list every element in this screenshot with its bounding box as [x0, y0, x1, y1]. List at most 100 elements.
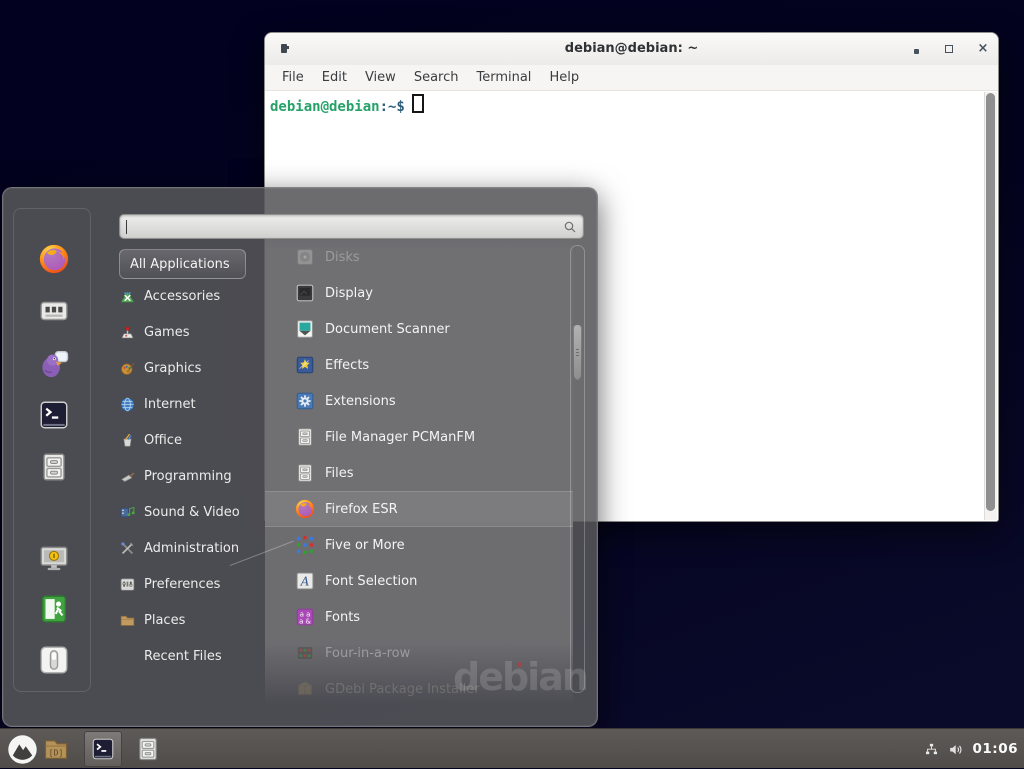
network-icon[interactable]: [923, 741, 940, 758]
favorite-lock-screen[interactable]: [34, 538, 74, 578]
window-title: debian@debian: ~: [265, 33, 998, 65]
category-accessories[interactable]: Accessories: [119, 278, 269, 314]
favorite-firefox[interactable]: [34, 239, 74, 279]
file-cabinet-icon: [37, 450, 71, 484]
category-places[interactable]: Places: [119, 602, 269, 638]
debian-watermark: debian: [453, 658, 587, 696]
pidgin-icon: [37, 346, 71, 380]
firefox-icon: [37, 242, 71, 276]
category-sound-video[interactable]: Sound & Video: [119, 494, 269, 530]
control-center-icon: [37, 294, 71, 328]
volume-icon[interactable]: [947, 740, 966, 759]
distro-logo-icon: [7, 734, 38, 765]
favorites-column: [13, 208, 91, 692]
administration-icon: [119, 540, 136, 557]
five-or-more-icon: [294, 534, 316, 556]
effects-icon: [294, 354, 316, 376]
all-applications-button[interactable]: All Applications: [119, 249, 246, 279]
games-icon: [119, 324, 136, 341]
spacer: [119, 648, 136, 665]
system-tray: 01:06: [923, 729, 1018, 769]
app-firefox-esr[interactable]: Firefox ESR: [265, 491, 573, 527]
favorite-terminal[interactable]: [34, 395, 74, 435]
text-caret: [126, 220, 127, 234]
menu-terminal[interactable]: Terminal: [467, 65, 540, 91]
maximize-button[interactable]: [941, 41, 957, 57]
favorite-file-manager[interactable]: [34, 447, 74, 487]
file-cabinet-icon: [294, 426, 316, 448]
preferences-icon: [119, 576, 136, 593]
app-files[interactable]: Files: [265, 455, 573, 491]
terminal-icon: [90, 736, 116, 762]
search-input[interactable]: [126, 216, 557, 237]
terminal-titlebar[interactable]: debian@debian: ~ ×: [265, 33, 998, 66]
menu-edit[interactable]: Edit: [313, 65, 356, 91]
app-file-manager-pcmanfm[interactable]: File Manager PCManFM: [265, 419, 573, 455]
file-manager-task-button[interactable]: [134, 735, 162, 763]
app-five-or-more[interactable]: Five or More: [265, 527, 573, 563]
app-disks[interactable]: Disks: [265, 239, 573, 275]
application-menu: All Applications Accessories Games Graph…: [2, 187, 598, 727]
favorite-pidgin[interactable]: [34, 343, 74, 383]
terminal-menubar: File Edit View Search Terminal Help: [265, 65, 998, 91]
category-games[interactable]: Games: [119, 314, 269, 350]
file-cabinet-icon: [294, 462, 316, 484]
menu-search-box[interactable]: [119, 214, 584, 239]
app-display[interactable]: Display: [265, 275, 573, 311]
minimize-button[interactable]: [908, 41, 924, 57]
category-administration[interactable]: Administration: [119, 530, 269, 566]
terminal-task-button[interactable]: [84, 731, 122, 767]
clock[interactable]: 01:06: [973, 741, 1018, 757]
disks-icon: [294, 246, 316, 268]
folder-icon: [42, 735, 70, 763]
close-button[interactable]: ×: [975, 41, 991, 57]
four-in-a-row-icon: [294, 642, 316, 664]
font-selection-icon: [294, 570, 316, 592]
office-icon: [119, 432, 136, 449]
prompt-path: :~$: [380, 99, 405, 115]
menu-scrollbar[interactable]: [570, 245, 585, 693]
fonts-icon: [294, 606, 316, 628]
category-graphics[interactable]: Graphics: [119, 350, 269, 386]
desktop: debian@debian: ~ × File Edit View Search…: [0, 0, 1024, 768]
extensions-icon: [294, 390, 316, 412]
category-list: Accessories Games Graphics Internet Offi…: [119, 278, 269, 674]
favorite-logout[interactable]: [34, 589, 74, 629]
graphics-icon: [119, 360, 136, 377]
favorite-control-center[interactable]: [34, 291, 74, 331]
app-document-scanner[interactable]: Document Scanner: [265, 311, 573, 347]
menu-help[interactable]: Help: [540, 65, 588, 91]
display-icon: [294, 282, 316, 304]
minimize-icon: [914, 49, 919, 54]
gdebi-icon: [294, 678, 316, 700]
app-effects[interactable]: Effects: [265, 347, 573, 383]
prompt-user-host: debian@debian: [270, 99, 380, 115]
category-office[interactable]: Office: [119, 422, 269, 458]
all-applications-label: All Applications: [130, 257, 230, 272]
maximize-icon: [945, 45, 953, 53]
terminal-scrollbar[interactable]: [984, 92, 997, 520]
app-font-selection[interactable]: Font Selection: [265, 563, 573, 599]
category-programming[interactable]: Programming: [119, 458, 269, 494]
terminal-scrollbar-thumb[interactable]: [986, 93, 995, 511]
search-icon: [562, 219, 578, 235]
menu-file[interactable]: File: [273, 65, 313, 91]
desktop-folder-button[interactable]: [42, 735, 70, 763]
category-recent-files[interactable]: Recent Files: [119, 638, 269, 674]
menu-search[interactable]: Search: [405, 65, 468, 91]
app-fonts[interactable]: Fonts: [265, 599, 573, 635]
menu-view[interactable]: View: [356, 65, 405, 91]
watermark-red-dot: [517, 662, 522, 667]
application-list: Disks Display Document Scanner Effects E…: [265, 239, 573, 709]
category-internet[interactable]: Internet: [119, 386, 269, 422]
internet-icon: [119, 396, 136, 413]
menu-button[interactable]: [6, 733, 38, 765]
menu-scrollbar-thumb[interactable]: [573, 324, 582, 380]
terminal-icon: [37, 398, 71, 432]
app-extensions[interactable]: Extensions: [265, 383, 573, 419]
favorite-shutdown[interactable]: [34, 640, 74, 680]
logout-icon: [37, 592, 71, 626]
category-preferences[interactable]: Preferences: [119, 566, 269, 602]
shutdown-icon: [37, 643, 71, 677]
accessories-icon: [119, 288, 136, 305]
